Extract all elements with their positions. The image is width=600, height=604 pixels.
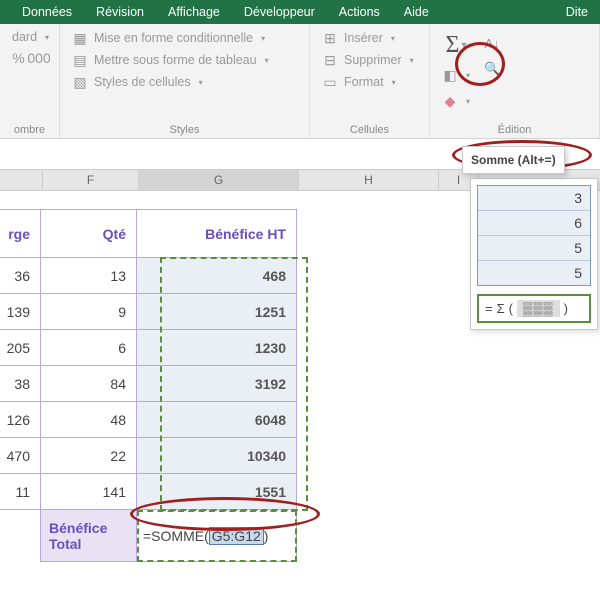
col-G[interactable]: G [139,170,299,190]
header-qte: Qté [41,210,137,258]
format-icon: ▭ [322,74,338,90]
delete-icon: ⊟ [322,52,338,68]
ribbon-tabs: Données Révision Affichage Développeur A… [0,0,600,24]
group-styles-label: Styles [68,122,301,136]
clear-button[interactable]: ◆▾ [438,91,474,111]
number-format-partial[interactable]: dard▾ [8,28,51,46]
tab-actions[interactable]: Actions [327,1,392,23]
tab-aide[interactable]: Aide [392,1,441,23]
table-format-button[interactable]: ▤Mettre sous forme de tableau▾ [68,50,301,70]
col-F[interactable]: F [43,170,139,190]
total-label: BénéficeTotal [41,510,137,562]
delete-button[interactable]: ⊟Supprimer▾ [318,50,421,70]
conditional-format-button[interactable]: ▦Mise en forme conditionnelle▾ [68,28,301,48]
tab-donnees[interactable]: Données [10,1,84,23]
sample-cells: 3 6 5 5 [477,185,591,286]
cells-icon: ▧ [72,74,88,90]
percent-icon: % [12,50,25,66]
table-row-total[interactable]: BénéficeTotal =SOMME(G5:G12) [0,510,297,562]
data-table: rge Qté Bénéfice HT 3613468 13991251 205… [0,209,297,562]
table-row[interactable]: 3613468 [0,258,297,294]
sample-cell: 5 [478,236,590,261]
fill-icon: ◧ [442,67,458,83]
autosum-button[interactable]: Σ▾ [442,32,471,59]
table-row[interactable]: 111411551 [0,474,297,510]
eraser-icon: ◆ [442,93,458,109]
formula-cell[interactable]: =SOMME(G5:G12) [137,510,297,562]
sample-formula: =Σ(▒▒▒) [477,294,591,323]
thousand-icon: 000 [31,50,47,66]
autosum-tooltip: Somme (Alt+=) [462,146,565,174]
group-edit-label: Édition [438,122,591,136]
sample-cell: 6 [478,211,590,236]
find-icon[interactable]: 🔍 [484,61,500,77]
table-icon: ▤ [72,52,88,68]
header-benef: Bénéfice HT [137,210,297,258]
table-row[interactable]: 38843192 [0,366,297,402]
formula-range-ref: G5:G12 [209,527,264,545]
group-cells-label: Cellules [318,122,421,136]
table-row[interactable]: 13991251 [0,294,297,330]
ribbon: dard▾ % 000 ombre ▦Mise en forme conditio… [0,24,600,139]
insert-button[interactable]: ⊞Insérer▾ [318,28,421,48]
format-button[interactable]: ▭Format▾ [318,72,421,92]
percent-button[interactable]: % 000 [8,48,51,68]
table-row[interactable]: 20561230 [0,330,297,366]
header-rge: rge [0,210,41,258]
cell-styles-button[interactable]: ▧Styles de cellules▾ [68,72,301,92]
tab-revision[interactable]: Révision [84,1,156,23]
table-row[interactable]: 4702210340 [0,438,297,474]
table-row[interactable]: 126486048 [0,402,297,438]
sort-icon[interactable]: A↓ [485,36,500,51]
tab-developpeur[interactable]: Développeur [232,1,327,23]
fill-button[interactable]: ◧▾ [438,65,474,85]
group-number-label: ombre [8,122,51,136]
tab-dite[interactable]: Dite [554,1,600,23]
tab-affichage[interactable]: Affichage [156,1,232,23]
insert-icon: ⊞ [322,30,338,46]
sample-cell: 3 [478,186,590,211]
grid-icon: ▦ [72,30,88,46]
col-H[interactable]: H [299,170,439,190]
autosum-sample: 3 6 5 5 =Σ(▒▒▒) [470,178,598,330]
sample-cell: 5 [478,261,590,285]
